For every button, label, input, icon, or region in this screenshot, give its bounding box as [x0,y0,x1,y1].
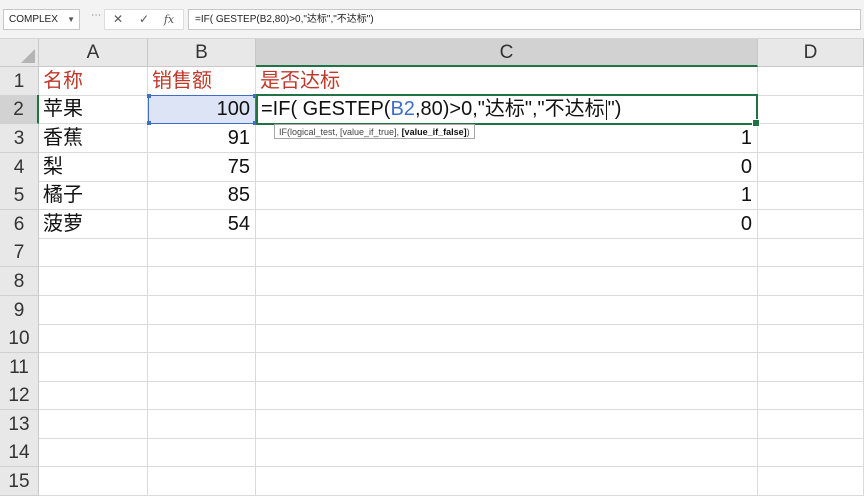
empty-cell[interactable] [148,381,256,410]
empty-cell[interactable] [39,324,148,353]
empty-cell[interactable] [256,410,758,439]
row-header-9[interactable]: 9 [0,296,39,325]
name-box[interactable]: COMPLEX ▼ [3,9,80,30]
cell-a4[interactable]: 梨 [39,153,148,182]
empty-cell[interactable] [39,296,148,325]
fill-handle[interactable] [752,119,760,127]
cell-d1[interactable] [758,67,864,96]
formula-reference-b2: B2 [390,98,415,120]
tooltip-end: ) [466,127,470,137]
cell-a6[interactable]: 菠萝 [39,210,148,239]
empty-cell[interactable] [148,267,256,296]
empty-cell[interactable] [39,238,148,267]
row-header-8[interactable]: 8 [0,267,39,296]
empty-cell[interactable] [148,353,256,382]
cell-c1[interactable]: 是否达标 [256,67,758,96]
chevron-down-icon[interactable]: ▼ [67,10,75,29]
empty-cell[interactable] [39,467,148,496]
empty-cell[interactable] [256,353,758,382]
column-header-c[interactable]: C [256,39,758,67]
empty-cell[interactable] [256,296,758,325]
row-header-3[interactable]: 3 [0,124,39,153]
row-header-2[interactable]: 2 [0,95,39,124]
formula-part-3: ") [607,98,622,120]
empty-cell[interactable] [148,410,256,439]
cell-d3[interactable] [758,124,864,153]
formula-part-1: =IF( GESTEP( [261,98,391,120]
row-header-14[interactable]: 14 [0,438,39,467]
cell-d4[interactable] [758,153,864,182]
cell-a2[interactable]: 苹果 [39,95,148,124]
row-header-7[interactable]: 7 [0,238,39,267]
empty-cell[interactable] [39,410,148,439]
empty-cell[interactable] [758,438,864,467]
cell-c6[interactable]: 0 [256,210,758,239]
row-header-4[interactable]: 4 [0,153,39,182]
empty-cell[interactable] [256,324,758,353]
column-header-b[interactable]: B [148,39,256,67]
empty-cell[interactable] [256,438,758,467]
name-box-value: COMPLEX [9,14,58,25]
row-header-1[interactable]: 1 [0,67,39,96]
row-header-6[interactable]: 6 [0,210,39,239]
empty-cell[interactable] [758,381,864,410]
drag-handle-icon[interactable]: ⋮ [90,10,101,19]
column-header-a[interactable]: A [39,39,148,67]
empty-cell[interactable] [256,467,758,496]
cell-d2[interactable] [758,95,864,124]
formula-buttons: ✕ ✓ fx [104,9,184,30]
row-header-11[interactable]: 11 [0,353,39,382]
empty-cell[interactable] [758,324,864,353]
row-header-10[interactable]: 10 [0,324,39,353]
insert-function-icon[interactable]: fx [158,10,180,29]
reference-highlight-b2 [147,94,257,125]
empty-cell[interactable] [148,324,256,353]
empty-cell[interactable] [39,438,148,467]
empty-cell[interactable] [39,353,148,382]
empty-cell[interactable] [256,238,758,267]
cell-b6[interactable]: 54 [148,210,256,239]
enter-icon[interactable]: ✓ [133,10,155,29]
cell-c4[interactable]: 0 [256,153,758,182]
cell-b5[interactable]: 85 [148,181,256,210]
text-cursor [605,99,607,120]
cell-b1[interactable]: 销售额 [148,67,256,96]
row-header-5[interactable]: 5 [0,181,39,210]
tooltip-signature: IF(logical_test, [value_if_true], [279,127,402,137]
column-header-d[interactable]: D [758,39,864,67]
empty-cell[interactable] [148,467,256,496]
cancel-icon[interactable]: ✕ [107,10,129,29]
cell-b3[interactable]: 91 [148,124,256,153]
empty-cell[interactable] [758,238,864,267]
cell-d6[interactable] [758,210,864,239]
select-all-button[interactable] [0,39,39,67]
empty-cell[interactable] [148,296,256,325]
formula-input[interactable]: =IF( GESTEP(B2,80)>0,"达标","不达标") [188,9,861,30]
empty-cell[interactable] [758,296,864,325]
empty-cell[interactable] [758,267,864,296]
empty-cell[interactable] [256,381,758,410]
row-header-13[interactable]: 13 [0,410,39,439]
row-header-15[interactable]: 15 [0,467,39,496]
empty-cell[interactable] [39,267,148,296]
function-tooltip[interactable]: IF(logical_test, [value_if_true], [value… [274,124,475,139]
empty-cell[interactable] [148,438,256,467]
in-cell-formula[interactable]: =IF( GESTEP(B2,80)>0,"达标","不达标 ") [261,95,621,124]
empty-cell[interactable] [758,410,864,439]
cell-a5[interactable]: 橘子 [39,181,148,210]
cell-a3[interactable]: 香蕉 [39,124,148,153]
empty-cell[interactable] [758,353,864,382]
empty-cell[interactable] [758,467,864,496]
cell-c5[interactable]: 1 [256,181,758,210]
formula-part-2: ,80)>0,"达标","不达标 [414,98,605,120]
formula-bar: COMPLEX ▼ ⋮ ✕ ✓ fx =IF( GESTEP(B2,80)>0,… [0,0,864,39]
cell-a1[interactable]: 名称 [39,67,148,96]
tooltip-current-arg: [value_if_false] [401,127,467,137]
empty-cell[interactable] [148,238,256,267]
empty-cell[interactable] [256,267,758,296]
row-header-12[interactable]: 12 [0,381,39,410]
cell-d5[interactable] [758,181,864,210]
cell-b4[interactable]: 75 [148,153,256,182]
empty-cell[interactable] [39,381,148,410]
